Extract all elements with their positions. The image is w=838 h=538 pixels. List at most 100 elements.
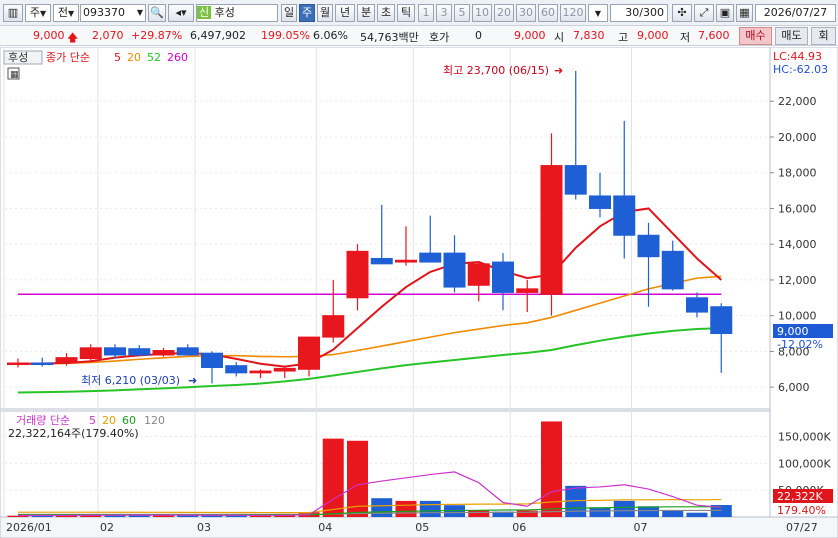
candle-body	[346, 250, 369, 299]
candle-body	[176, 347, 199, 356]
x-tick-label: 02	[100, 521, 114, 534]
market-label: 주	[29, 6, 40, 19]
stock-name-field[interactable]: 신 후성	[196, 4, 278, 22]
volume-y-ticks: 50,000K100,000K150,000K	[778, 430, 831, 497]
count-field[interactable]: 30/300	[610, 4, 668, 22]
name-prefix-badge: 신	[197, 6, 212, 19]
volume-icon[interactable]: ◂▾	[168, 4, 194, 22]
candle-body	[492, 261, 514, 293]
num-30[interactable]: 30	[516, 4, 536, 22]
sell-button[interactable]: 매도	[775, 27, 808, 45]
x-tick-label: 06	[512, 521, 526, 534]
volume-bar	[589, 507, 611, 517]
ma-period-20: 20	[127, 51, 141, 64]
code-input[interactable]: 093370 ▼	[80, 4, 146, 22]
num-10[interactable]: 10	[472, 4, 492, 22]
ma-label: 종가 단순	[46, 51, 90, 64]
candle-body	[55, 357, 78, 363]
buy-button[interactable]: 매수	[739, 27, 772, 45]
period-day[interactable]: 일	[281, 4, 297, 22]
volume-summary: 22,322,164주(179.40%)	[8, 427, 139, 440]
num-select[interactable]: ▼	[588, 4, 608, 22]
candle-body	[710, 306, 733, 335]
candle-body	[7, 362, 29, 366]
search-icon[interactable]: 🔍	[148, 4, 166, 22]
quote-bar: 9,000 🡅 2,070 +29.87% 6,497,902 199.05% …	[0, 26, 838, 46]
market-select[interactable]: 주▼	[25, 4, 51, 22]
period-second[interactable]: 초	[377, 4, 395, 22]
hoga-label: 호가	[429, 31, 450, 44]
x-tick-label: 04	[318, 521, 332, 534]
ma-period-52: 52	[147, 51, 161, 64]
candle-body	[395, 259, 417, 263]
candle-body	[613, 195, 636, 236]
volume-bar	[468, 510, 490, 517]
vol-ma-60: 60	[122, 414, 136, 427]
num-20[interactable]: 20	[494, 4, 514, 22]
volume-label: 거래량 단순	[16, 414, 70, 427]
volume-bar	[153, 515, 174, 517]
up-arrow-icon: 🡅	[67, 31, 79, 44]
period-tick[interactable]: 틱	[397, 4, 415, 22]
volume-bar	[322, 438, 344, 517]
candle-body	[128, 348, 151, 356]
misc-button[interactable]: 회	[811, 27, 836, 45]
turnover-rate: 6.06%	[313, 29, 348, 42]
chart-type-icon[interactable]: ▥	[3, 4, 23, 22]
date-field[interactable]: 2026/07/27	[755, 4, 836, 22]
candle-body	[298, 336, 320, 370]
high-arrow-icon: ➜	[554, 64, 563, 77]
period-week[interactable]: 주	[299, 4, 315, 22]
candle-body	[249, 370, 272, 374]
volume-bar	[371, 498, 393, 517]
chart-area[interactable]: 6,000 8,000 10,000 12,000 14,000 16,000 18,000…	[0, 46, 838, 538]
candle-body	[589, 195, 611, 209]
price-tick-label: 14,000	[778, 238, 817, 251]
volume-value: 6,497,902	[190, 29, 246, 42]
candle-body	[104, 347, 126, 356]
candle-body	[322, 315, 345, 338]
num-5[interactable]: 5	[454, 4, 470, 22]
volume-bar	[686, 512, 708, 517]
period-minute[interactable]: 분	[357, 4, 375, 22]
volume-bar	[395, 500, 417, 517]
num-60[interactable]: 60	[538, 4, 558, 22]
period-year[interactable]: 년	[335, 4, 355, 22]
price-tick-label: 22,000	[778, 95, 817, 108]
period-month[interactable]: 월	[317, 4, 333, 22]
price-tick-label: 6,000	[778, 381, 810, 394]
low-annotation: 최저 6,210 (03/03)	[81, 374, 180, 387]
candle-body	[564, 165, 587, 195]
volume-pct-tag: 179.40%	[777, 504, 826, 517]
save-icon[interactable]: ▣	[716, 4, 734, 22]
candle-body	[637, 234, 660, 258]
quote-price: 9,000	[514, 29, 546, 42]
stock-tag: 후성	[8, 51, 28, 64]
current-price: 9,000	[33, 29, 65, 42]
type-label: 전	[57, 6, 68, 19]
candle-body	[79, 347, 102, 360]
crosshair-icon[interactable]: ✣	[672, 4, 692, 22]
stock-chart[interactable]: 6,0008,00010,00012,00014,00016,00018,000…	[0, 46, 838, 538]
num-3[interactable]: 3	[436, 4, 452, 22]
chevron-down-icon: ▼	[136, 8, 143, 17]
low-label: 저	[680, 31, 691, 44]
toolbar: ▥ 주▼ 전▼ 093370 ▼ 🔍 ◂▾ 신 후성 일 주 월 년 분 초 틱 …	[0, 0, 838, 26]
num-120[interactable]: 120	[560, 4, 586, 22]
trend-tool-icon[interactable]: ⤢	[694, 4, 714, 22]
type-select[interactable]: 전▼	[53, 4, 79, 22]
price-tick-label: 16,000	[778, 202, 817, 215]
chevron-down-icon: ▼	[67, 9, 75, 18]
volume-ratio: 199.05%	[261, 29, 310, 42]
calendar-icon[interactable]: ▦	[736, 4, 753, 22]
volume-bar	[662, 510, 684, 517]
vol-ma-120: 120	[144, 414, 165, 427]
high-label: 고	[618, 31, 629, 44]
num-1[interactable]: 1	[418, 4, 434, 22]
ma-period-5: 5	[114, 51, 121, 64]
candle-body	[686, 297, 708, 313]
candle-body	[540, 165, 563, 295]
change-percent: +29.87%	[131, 29, 183, 42]
price-change: 2,070	[92, 29, 124, 42]
candle-body	[152, 350, 175, 356]
